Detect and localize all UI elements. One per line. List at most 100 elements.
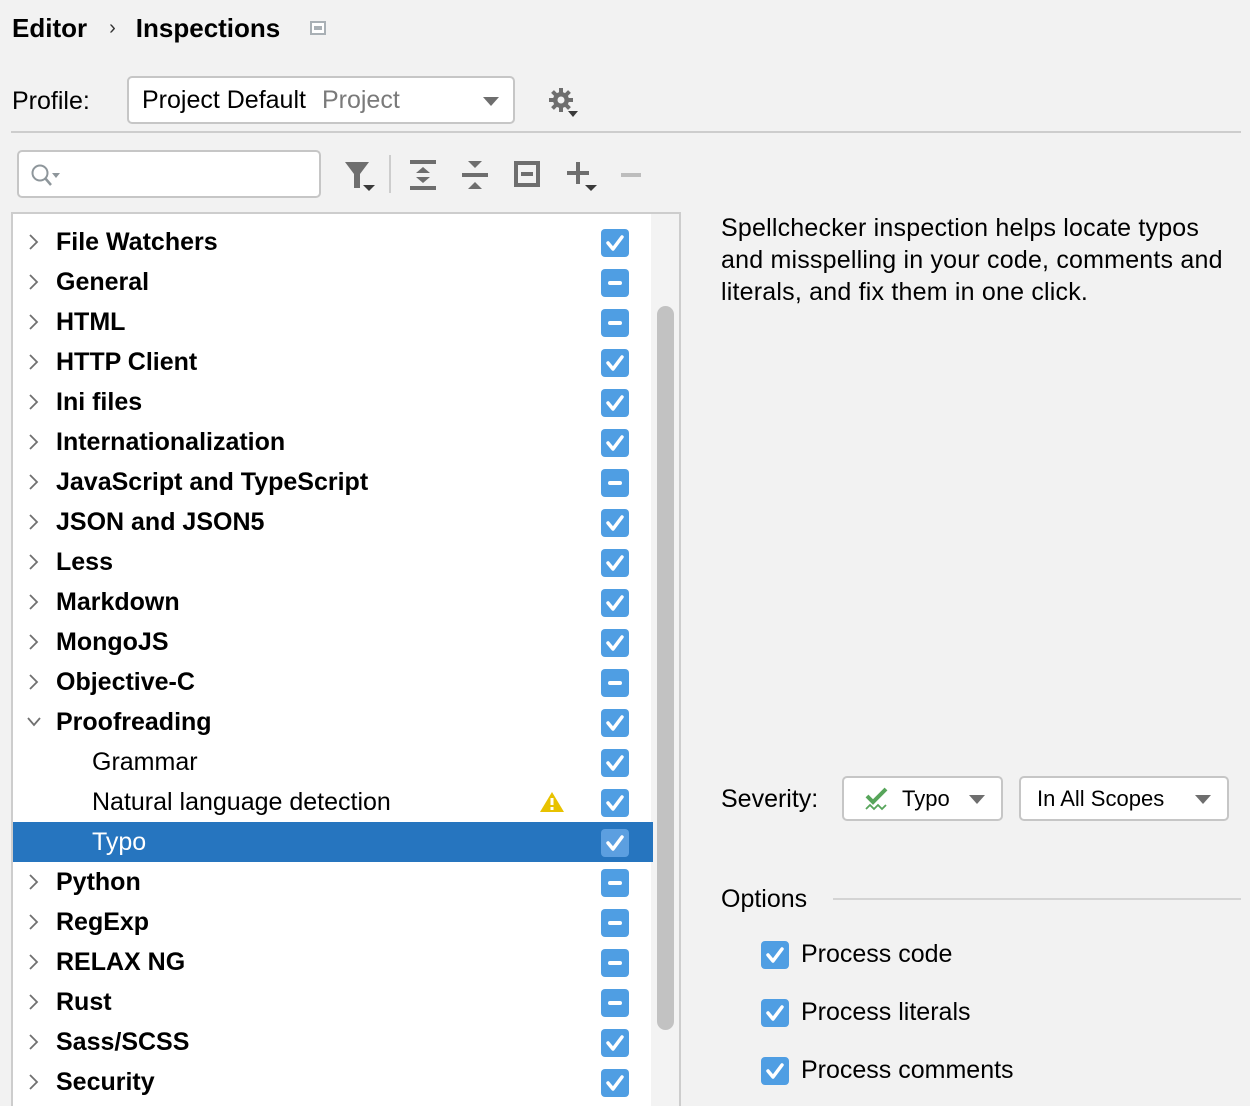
chevron-right-icon[interactable]	[25, 513, 43, 531]
search-icon	[31, 164, 60, 186]
check-icon	[606, 635, 624, 651]
tree-row[interactable]: Proofreading	[13, 702, 653, 742]
tree-row-label: RELAX NG	[56, 948, 186, 976]
checkbox-checked[interactable]	[601, 509, 629, 537]
chevron-right-icon[interactable]	[25, 393, 43, 411]
tree-row[interactable]: Python	[13, 862, 653, 902]
checkbox-partial[interactable]	[601, 309, 629, 337]
checkbox-checked[interactable]	[601, 229, 629, 257]
expand-all-icon[interactable]	[406, 158, 440, 192]
gear-icon[interactable]	[546, 86, 580, 120]
scope-dropdown[interactable]: In All Scopes	[1019, 776, 1229, 821]
pin-window-icon[interactable]	[310, 21, 327, 35]
tree-row[interactable]: MongoJS	[13, 622, 653, 662]
tree-row[interactable]: Less	[13, 542, 653, 582]
checkbox-checked[interactable]	[601, 749, 629, 777]
tree-row[interactable]: General	[13, 262, 653, 302]
tree-row[interactable]: RegExp	[13, 902, 653, 942]
divider	[11, 131, 1241, 133]
checkbox-checked[interactable]	[601, 389, 629, 417]
chevron-down-icon[interactable]	[25, 713, 43, 731]
check-icon	[606, 795, 624, 811]
check-icon	[606, 515, 624, 531]
chevron-right-icon[interactable]	[25, 273, 43, 291]
scrollbar-thumb[interactable]	[657, 306, 674, 1030]
chevron-right-icon[interactable]	[25, 473, 43, 491]
checkbox-checked[interactable]	[761, 998, 789, 1027]
chevron-right-icon[interactable]	[25, 233, 43, 251]
tree-row-label: Rust	[56, 988, 112, 1016]
checkbox-checked[interactable]	[761, 1056, 789, 1085]
tree-row-label: JSON and JSON5	[56, 508, 265, 536]
tree-row[interactable]: Typo	[13, 822, 653, 862]
chevron-right-icon[interactable]	[25, 1073, 43, 1091]
chevron-right-icon[interactable]	[25, 873, 43, 891]
chevron-right-icon[interactable]	[25, 433, 43, 451]
chevron-right-icon[interactable]	[25, 673, 43, 691]
checkbox-partial[interactable]	[601, 949, 629, 977]
profile-dropdown[interactable]: Project Default Project	[127, 76, 515, 124]
remove-icon[interactable]	[615, 158, 649, 192]
checkbox-checked[interactable]	[601, 549, 629, 577]
checkbox-checked[interactable]	[601, 349, 629, 377]
checkbox-checked[interactable]	[601, 1029, 629, 1057]
chevron-right-icon[interactable]	[25, 593, 43, 611]
options-divider	[833, 898, 1241, 900]
checkbox-partial[interactable]	[601, 869, 629, 897]
typo-severity-icon	[865, 787, 888, 810]
inspection-tree[interactable]: File Watchers General HTML HTTP Client Ini f…	[11, 212, 681, 1106]
severity-dropdown[interactable]: Typo	[842, 776, 1003, 821]
option-process-comments[interactable]: Process comments	[761, 1056, 1014, 1085]
checkbox-checked[interactable]	[601, 789, 629, 817]
tree-row[interactable]: HTTP Client	[13, 342, 653, 382]
checkbox-checked[interactable]	[601, 829, 629, 857]
tree-row[interactable]: Natural language detection	[13, 782, 653, 822]
chevron-right-icon[interactable]	[25, 353, 43, 371]
tree-row[interactable]: JavaScript and TypeScript	[13, 462, 653, 502]
tree-row[interactable]: Internationalization	[13, 422, 653, 462]
tree-row[interactable]: HTML	[13, 302, 653, 342]
scope-value: In All Scopes	[1037, 785, 1165, 811]
tree-row-label: Markdown	[56, 588, 180, 616]
breadcrumb-parent[interactable]: Editor	[12, 13, 87, 44]
chevron-right-icon[interactable]	[25, 953, 43, 971]
checkbox-partial[interactable]	[601, 269, 629, 297]
reset-icon[interactable]	[510, 158, 544, 192]
tree-row[interactable]: JSON and JSON5	[13, 502, 653, 542]
chevron-right-icon[interactable]	[25, 913, 43, 931]
profile-scope: Project	[321, 85, 400, 114]
checkbox-checked[interactable]	[601, 589, 629, 617]
checkbox-checked[interactable]	[601, 709, 629, 737]
chevron-right-icon[interactable]	[25, 1033, 43, 1051]
checkbox-partial[interactable]	[601, 989, 629, 1017]
chevron-right-icon[interactable]	[25, 313, 43, 331]
checkbox-checked[interactable]	[601, 629, 629, 657]
option-process-code[interactable]: Process code	[761, 940, 952, 969]
collapse-all-icon[interactable]	[458, 158, 492, 192]
checkbox-partial[interactable]	[601, 469, 629, 497]
checkbox-partial[interactable]	[601, 909, 629, 937]
tree-row[interactable]: Grammar	[13, 742, 653, 782]
chevron-right-icon[interactable]	[25, 553, 43, 571]
tree-row[interactable]: RELAX NG	[13, 942, 653, 982]
search-field[interactable]	[65, 158, 315, 190]
option-process-literals[interactable]: Process literals	[761, 998, 971, 1027]
tree-row[interactable]: File Watchers	[13, 222, 653, 262]
tree-row[interactable]: Markdown	[13, 582, 653, 622]
tree-row[interactable]: Ini files	[13, 382, 653, 422]
checkbox-checked[interactable]	[761, 940, 789, 969]
options-heading: Options	[721, 885, 808, 913]
checkbox-partial[interactable]	[601, 669, 629, 697]
filter-icon[interactable]	[342, 158, 376, 192]
checkbox-checked[interactable]	[601, 1069, 629, 1097]
tree-row[interactable]: Rust	[13, 982, 653, 1022]
tree-row-label: File Watchers	[56, 228, 218, 256]
tree-row[interactable]: Security	[13, 1062, 653, 1102]
add-icon[interactable]	[564, 158, 598, 192]
chevron-right-icon[interactable]	[25, 633, 43, 651]
tree-row[interactable]: Objective-C	[13, 662, 653, 702]
chevron-right-icon[interactable]	[25, 993, 43, 1011]
tree-row[interactable]: Sass/SCSS	[13, 1022, 653, 1062]
search-input[interactable]	[17, 150, 321, 198]
checkbox-checked[interactable]	[601, 429, 629, 457]
